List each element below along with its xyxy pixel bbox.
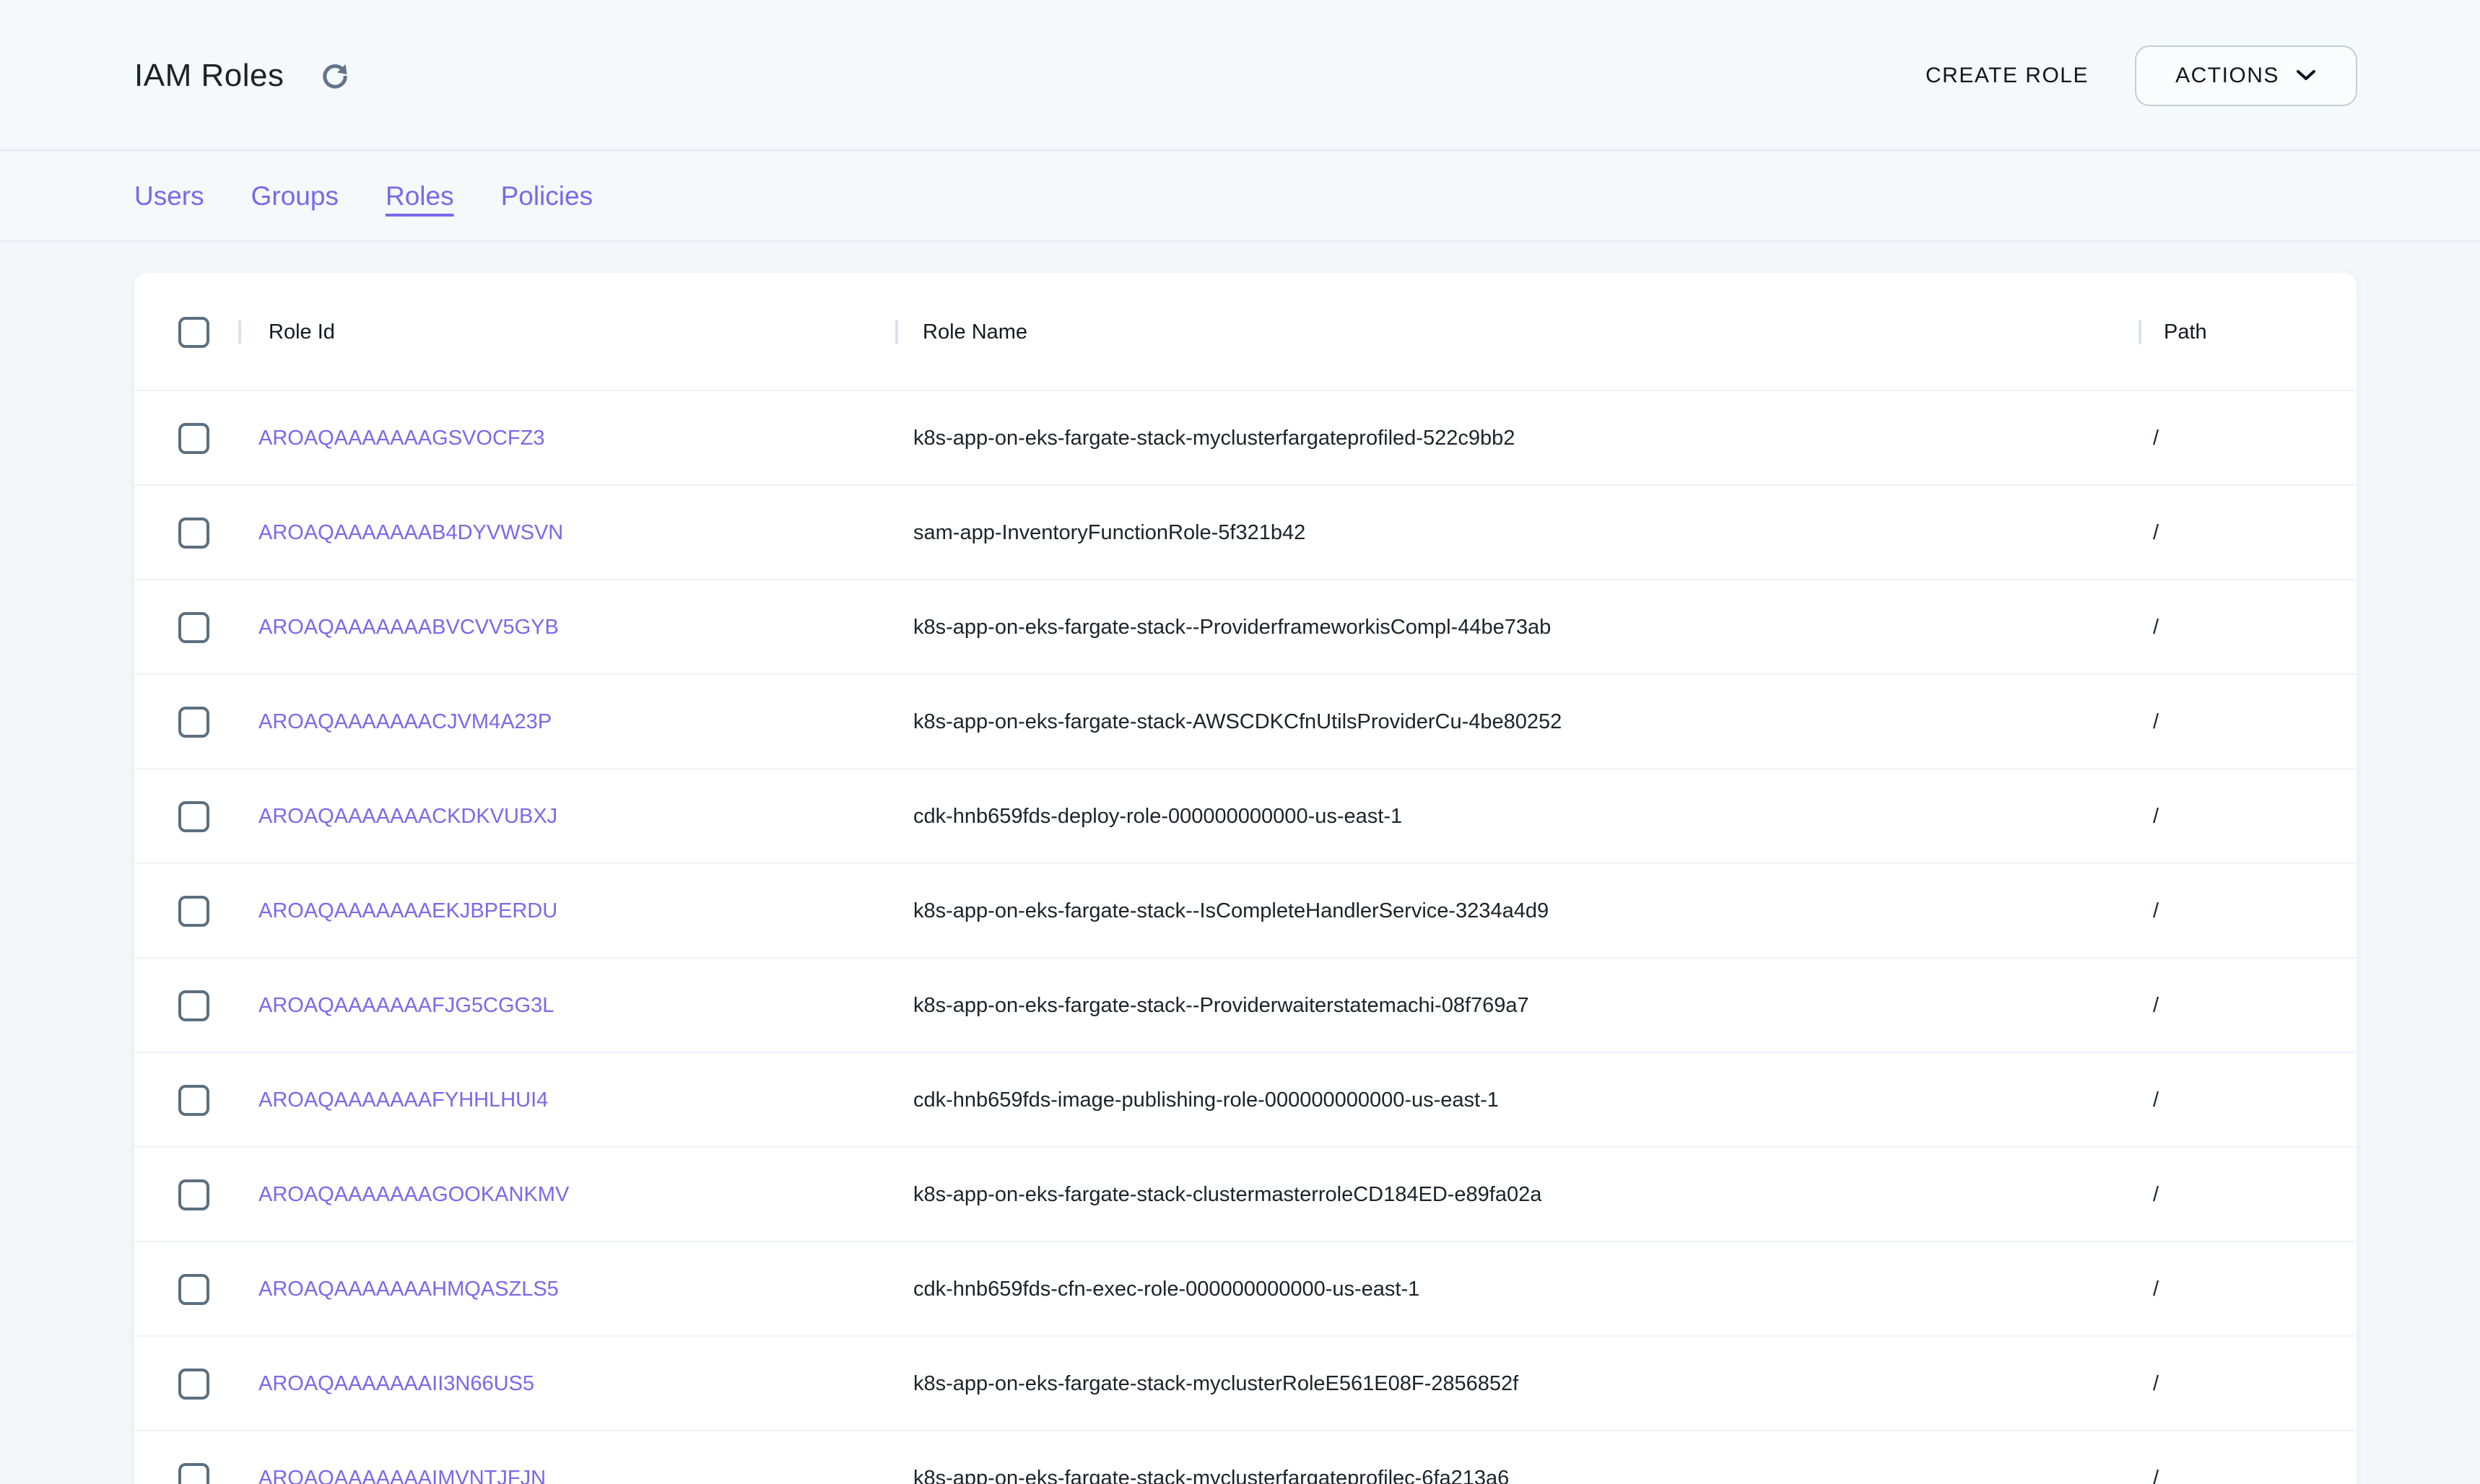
role-path-cell: /	[2153, 1053, 2159, 1148]
refresh-icon	[319, 60, 351, 94]
chevron-down-icon	[2295, 64, 2317, 88]
column-divider	[2139, 320, 2141, 344]
table-header-row: Role Id Role Name Path	[134, 273, 2357, 391]
role-id-link[interactable]: AROAQAAAAAAAEKJBPERDU	[258, 864, 557, 959]
table-row: AROAQAAAAAAAEKJBPERDU k8s-app-on-eks-far…	[134, 864, 2357, 959]
role-id-link[interactable]: AROAQAAAAAAACKDKVUBXJ	[258, 769, 557, 864]
role-name-cell: k8s-app-on-eks-fargate-stack-myclusterfa…	[913, 1431, 1509, 1484]
header-actions: CREATE ROLE ACTIONS	[1926, 0, 2357, 151]
table-row: AROAQAAAAAAACKDKVUBXJ cdk-hnb659fds-depl…	[134, 769, 2357, 864]
row-checkbox[interactable]	[178, 1274, 209, 1305]
role-path-cell: /	[2153, 1242, 2159, 1337]
column-header-role-id: Role Id	[269, 273, 335, 391]
role-id-link[interactable]: AROAQAAAAAAAB4DYVWSVN	[258, 486, 563, 580]
role-path-cell: /	[2153, 864, 2159, 959]
roles-table-card: Role Id Role Name Path AROAQAAAAAAAGSVOC…	[134, 273, 2357, 1484]
role-name-cell: sam-app-InventoryFunctionRole-5f321b42	[913, 486, 1305, 580]
role-name-cell: k8s-app-on-eks-fargate-stack-AWSCDKCfnUt…	[913, 675, 1562, 769]
role-id-link[interactable]: AROAQAAAAAAAHMQASZLS5	[258, 1242, 559, 1337]
role-path-cell: /	[2153, 1337, 2159, 1431]
role-path-cell: /	[2153, 959, 2159, 1053]
row-checkbox[interactable]	[178, 990, 209, 1021]
actions-dropdown-label: ACTIONS	[2175, 64, 2279, 88]
role-id-link[interactable]: AROAQAAAAAAAGOOKANKMV	[258, 1148, 569, 1242]
table-row: AROAQAAAAAAAHMQASZLS5 cdk-hnb659fds-cfn-…	[134, 1242, 2357, 1337]
table-row: AROAQAAAAAAAGOOKANKMV k8s-app-on-eks-far…	[134, 1148, 2357, 1242]
row-checkbox[interactable]	[178, 518, 209, 549]
tab-roles[interactable]: Roles	[386, 177, 454, 216]
row-checkbox[interactable]	[178, 1463, 209, 1484]
role-name-cell: cdk-hnb659fds-image-publishing-role-0000…	[913, 1053, 1499, 1148]
role-id-link[interactable]: AROAQAAAAAAAFYHHLHUI4	[258, 1053, 548, 1148]
role-name-cell: k8s-app-on-eks-fargate-stack-myclusterfa…	[913, 391, 1515, 486]
row-checkbox[interactable]	[178, 1085, 209, 1116]
row-checkbox[interactable]	[178, 896, 209, 927]
role-name-cell: k8s-app-on-eks-fargate-stack-clustermast…	[913, 1148, 1541, 1242]
tab-groups[interactable]: Groups	[251, 177, 339, 216]
column-header-path: Path	[2164, 273, 2207, 391]
role-path-cell: /	[2153, 769, 2159, 864]
actions-dropdown-button[interactable]: ACTIONS	[2135, 45, 2357, 106]
table-row: AROAQAAAAAAAB4DYVWSVN sam-app-InventoryF…	[134, 486, 2357, 580]
row-checkbox[interactable]	[178, 612, 209, 643]
role-name-cell: k8s-app-on-eks-fargate-stack--IsComplete…	[913, 864, 1549, 959]
row-checkbox[interactable]	[178, 1179, 209, 1210]
role-path-cell: /	[2153, 486, 2159, 580]
page-header: IAM Roles CREATE ROLE ACTIONS	[0, 0, 2480, 151]
table-row: AROAQAAAAAAAIMVNTJFJN k8s-app-on-eks-far…	[134, 1431, 2357, 1484]
role-name-cell: k8s-app-on-eks-fargate-stack--Providerwa…	[913, 959, 1529, 1053]
role-id-link[interactable]: AROAQAAAAAAAGSVOCFZ3	[258, 391, 544, 486]
table-row: AROAQAAAAAAAFYHHLHUI4 cdk-hnb659fds-imag…	[134, 1053, 2357, 1148]
role-name-cell: cdk-hnb659fds-deploy-role-000000000000-u…	[913, 769, 1402, 864]
table-row: AROAQAAAAAAABVCVV5GYB k8s-app-on-eks-far…	[134, 580, 2357, 675]
role-id-link[interactable]: AROAQAAAAAAAII3N66US5	[258, 1337, 534, 1431]
select-all-checkbox[interactable]	[178, 317, 209, 348]
role-path-cell: /	[2153, 580, 2159, 675]
role-path-cell: /	[2153, 391, 2159, 486]
table-row: AROAQAAAAAAAII3N66US5 k8s-app-on-eks-far…	[134, 1337, 2357, 1431]
column-divider	[238, 320, 241, 344]
role-id-link[interactable]: AROAQAAAAAAAIMVNTJFJN	[258, 1431, 546, 1484]
row-checkbox[interactable]	[178, 707, 209, 738]
role-name-cell: k8s-app-on-eks-fargate-stack--Providerfr…	[913, 580, 1551, 675]
table-row: AROAQAAAAAAAGSVOCFZ3 k8s-app-on-eks-farg…	[134, 391, 2357, 486]
column-header-role-name: Role Name	[923, 273, 1027, 391]
role-id-link[interactable]: AROAQAAAAAAABVCVV5GYB	[258, 580, 559, 675]
role-id-link[interactable]: AROAQAAAAAAAFJG5CGG3L	[258, 959, 554, 1053]
row-checkbox[interactable]	[178, 1369, 209, 1400]
tab-policies[interactable]: Policies	[501, 177, 593, 216]
iam-tabs: Users Groups Roles Policies	[0, 152, 2480, 242]
role-name-cell: k8s-app-on-eks-fargate-stack-myclusterRo…	[913, 1337, 1518, 1431]
table-body: AROAQAAAAAAAGSVOCFZ3 k8s-app-on-eks-farg…	[134, 391, 2357, 1484]
refresh-button[interactable]	[316, 58, 354, 95]
table-row: AROAQAAAAAAAFJG5CGG3L k8s-app-on-eks-far…	[134, 959, 2357, 1053]
role-name-cell: cdk-hnb659fds-cfn-exec-role-000000000000…	[913, 1242, 1419, 1337]
row-checkbox[interactable]	[178, 423, 209, 454]
table-row: AROAQAAAAAAACJVM4A23P k8s-app-on-eks-far…	[134, 675, 2357, 769]
page-title: IAM Roles	[134, 0, 284, 151]
tab-users[interactable]: Users	[134, 177, 204, 216]
create-role-button[interactable]: CREATE ROLE	[1926, 64, 2089, 88]
column-divider	[895, 320, 898, 344]
row-checkbox[interactable]	[178, 801, 209, 832]
role-id-link[interactable]: AROAQAAAAAAACJVM4A23P	[258, 675, 552, 769]
role-path-cell: /	[2153, 1431, 2159, 1484]
role-path-cell: /	[2153, 675, 2159, 769]
role-path-cell: /	[2153, 1148, 2159, 1242]
